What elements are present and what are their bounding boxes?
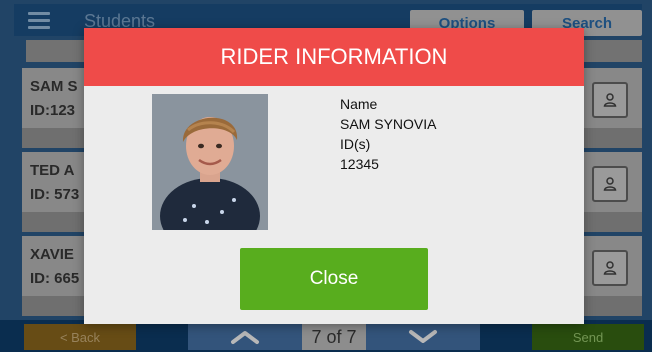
rider-details: Name SAM SYNOVIA ID(s) 12345 xyxy=(340,94,436,174)
id-value: 12345 xyxy=(340,156,379,172)
close-button[interactable]: Close xyxy=(240,248,428,310)
name-label: Name xyxy=(340,96,378,112)
student-photo xyxy=(152,94,268,230)
name-value: SAM SYNOVIA xyxy=(340,116,437,132)
dialog-title: RIDER INFORMATION xyxy=(84,28,584,86)
id-label: ID(s) xyxy=(340,136,371,152)
rider-information-dialog: RIDER INFORMATION Name SAM SYNOVIA ID(s)… xyxy=(84,28,584,324)
